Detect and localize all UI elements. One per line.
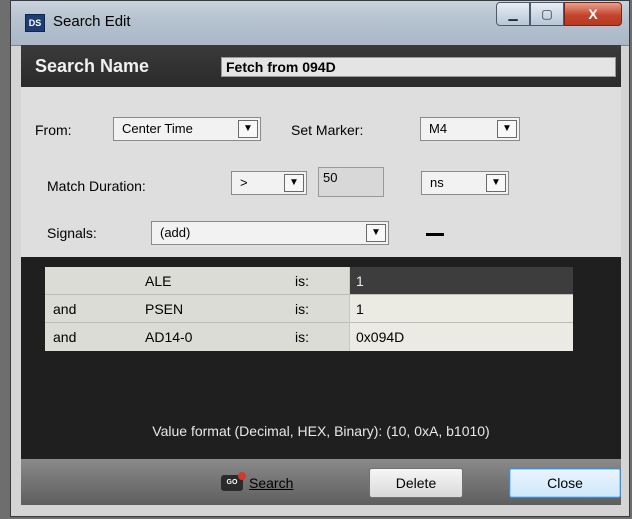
search-form: From: Center Time ▼ Set Marker: M4 ▼ Mat… [21, 87, 621, 257]
signal-value-field[interactable]: 1 [349, 295, 573, 323]
match-unit-dropdown[interactable]: ns ▼ [421, 171, 509, 195]
table-row[interactable]: and AD14-0 is: 0x094D [45, 323, 573, 351]
window-controls: ▁ ▢ X [496, 2, 622, 28]
signal-table: ALE is: 1 and PSEN is: 1 and AD14-0 is: … [45, 267, 573, 351]
from-label: From: [35, 122, 72, 138]
maximize-button[interactable]: ▢ [530, 2, 564, 26]
signal-is-label: is: [295, 301, 309, 317]
title-bar[interactable]: DS Search Edit ▁ ▢ X [11, 1, 629, 46]
signal-value-field[interactable]: 1 [349, 267, 573, 295]
signal-is-label: is: [295, 329, 309, 345]
match-operator-dropdown[interactable]: > ▼ [231, 171, 307, 195]
close-window-button[interactable]: X [564, 2, 622, 26]
set-marker-label: Set Marker: [291, 122, 364, 138]
signal-name: AD14-0 [145, 329, 193, 345]
match-unit-value: ns [430, 175, 444, 190]
delete-button[interactable]: Delete [369, 468, 463, 498]
signal-name: PSEN [145, 301, 184, 317]
signal-conjunction: and [53, 301, 77, 317]
table-row[interactable]: and PSEN is: 1 [45, 295, 573, 323]
app-icon: DS [25, 14, 45, 32]
signal-name: ALE [145, 273, 172, 289]
remove-signal-button[interactable] [426, 233, 444, 236]
close-button[interactable]: Close [509, 468, 621, 498]
search-button-label: Search [249, 475, 294, 491]
signals-dropdown[interactable]: (add) ▼ [151, 221, 389, 245]
minimize-icon: ▁ [508, 7, 518, 21]
search-edit-window: DS Search Edit ▁ ▢ X Search Name Fetch f… [10, 0, 630, 517]
button-bar: GO Search Delete Close [21, 459, 621, 505]
signal-is-label: is: [295, 273, 309, 289]
value-format-hint: Value format (Decimal, HEX, Binary): (10… [152, 423, 490, 439]
signal-conditions-panel: ALE is: 1 and PSEN is: 1 and AD14-0 is: … [21, 257, 621, 459]
search-name-bar: Search Name Fetch from 094D [21, 45, 621, 87]
search-name-input[interactable]: Fetch from 094D [221, 57, 616, 77]
match-duration-input[interactable]: 50 [318, 167, 384, 197]
chevron-down-icon[interactable]: ▼ [486, 174, 506, 192]
search-button[interactable]: GO Search [221, 471, 293, 495]
chevron-down-icon[interactable]: ▼ [238, 120, 258, 138]
signal-conjunction: and [53, 329, 77, 345]
from-value: Center Time [122, 121, 193, 136]
signals-value: (add) [160, 225, 191, 240]
set-marker-dropdown[interactable]: M4 ▼ [420, 117, 520, 141]
close-icon: X [588, 6, 598, 22]
match-operator-value: > [240, 175, 248, 190]
search-name-label: Search Name [35, 56, 150, 76]
signal-value-field[interactable]: 0x094D [349, 323, 573, 351]
signals-label: Signals: [47, 225, 97, 241]
set-marker-value: M4 [429, 121, 448, 136]
search-go-icon: GO [221, 472, 246, 491]
match-duration-label: Match Duration: [47, 178, 146, 194]
table-row[interactable]: ALE is: 1 [45, 267, 573, 295]
chevron-down-icon[interactable]: ▼ [366, 224, 386, 242]
minimize-button[interactable]: ▁ [496, 2, 530, 26]
chevron-down-icon[interactable]: ▼ [497, 120, 517, 138]
from-dropdown[interactable]: Center Time ▼ [113, 117, 261, 141]
chevron-down-icon[interactable]: ▼ [284, 174, 304, 192]
window-title: Search Edit [53, 13, 131, 30]
maximize-icon: ▢ [541, 7, 553, 21]
